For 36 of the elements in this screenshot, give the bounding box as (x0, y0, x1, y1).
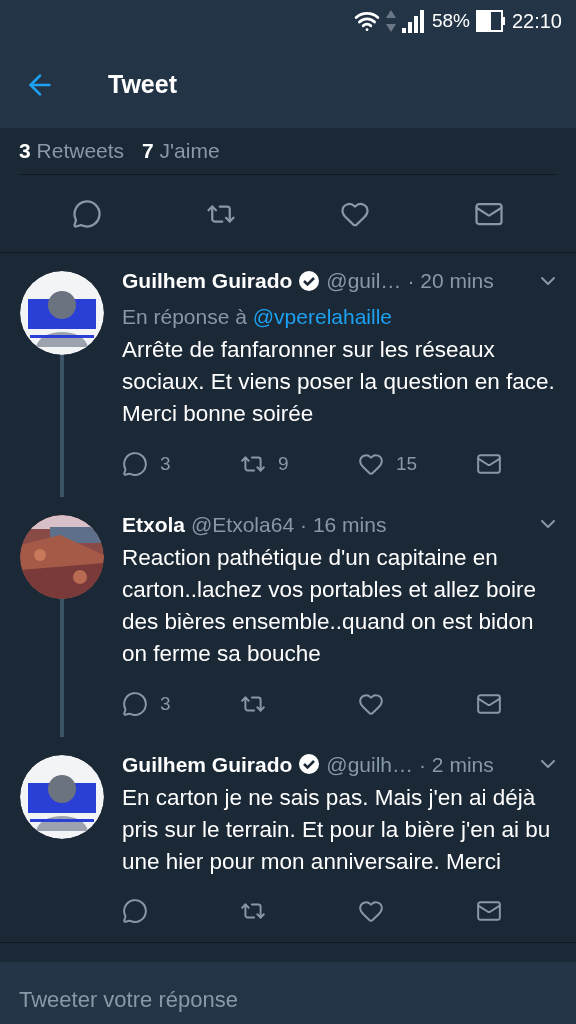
action-count: 3 (160, 692, 171, 716)
author-name[interactable]: Guilhem Guirado (122, 748, 293, 780)
reply-input-field[interactable]: Tweeter votre réponse (0, 962, 576, 1024)
tweet-text: En carton je ne sais pas. Mais j'en ai déjà pris sur le terrain. Et pour la bière j'en ai bu une hier pour mon anniversaire. Merci (122, 784, 552, 876)
stat-link[interactable]: 7 J'aime (142, 135, 220, 167)
data-arrows-icon (385, 8, 396, 34)
heart-icon[interactable] (358, 691, 384, 718)
author-handle: @guil… (326, 268, 402, 294)
author-name[interactable]: Etxola (122, 508, 186, 540)
heart-icon[interactable] (358, 451, 384, 478)
avatar-icon[interactable] (20, 271, 104, 355)
avatar-icon[interactable] (20, 754, 104, 839)
mail-icon[interactable] (476, 898, 502, 924)
action-count: 15 (396, 452, 418, 476)
reply-icon[interactable] (122, 451, 148, 478)
heart-icon[interactable] (358, 898, 384, 924)
reply-context: En réponse à (122, 304, 247, 328)
reply-icon[interactable] (122, 691, 148, 718)
signal-icon (401, 9, 426, 33)
timestamp: · 16 mins (300, 511, 387, 538)
clock: 22:10 (511, 9, 562, 34)
tweet-text: Arrête de fanfaronner sur les réseaux sociaux. Et viens poser la question en face. Merci bonne soirée (122, 336, 556, 428)
timestamp: · 20 mins (407, 268, 494, 294)
battery-icon (475, 10, 506, 32)
author-handle: @Etxola64 (191, 511, 295, 538)
tweet-text: Reaction pathétique d'un capitaine en carton..lachez vos portables et allez boire des bières ensemble..quand on est bidon on ferme sa bouche (122, 544, 537, 668)
page-title: Tweet (108, 69, 177, 101)
author-name[interactable]: Guilhem Guirado (122, 265, 293, 297)
action-count: 3 (160, 452, 171, 476)
battery-percent: 58% (431, 8, 470, 33)
mention-link[interactable]: @vperelahaille (252, 304, 392, 328)
author-handle: @guilh… (326, 751, 414, 778)
timestamp: · 2 mins (419, 751, 494, 778)
action-count: 9 (278, 452, 289, 476)
reply-icon[interactable] (122, 898, 148, 924)
stat-link[interactable]: 3 Retweets (19, 135, 125, 167)
